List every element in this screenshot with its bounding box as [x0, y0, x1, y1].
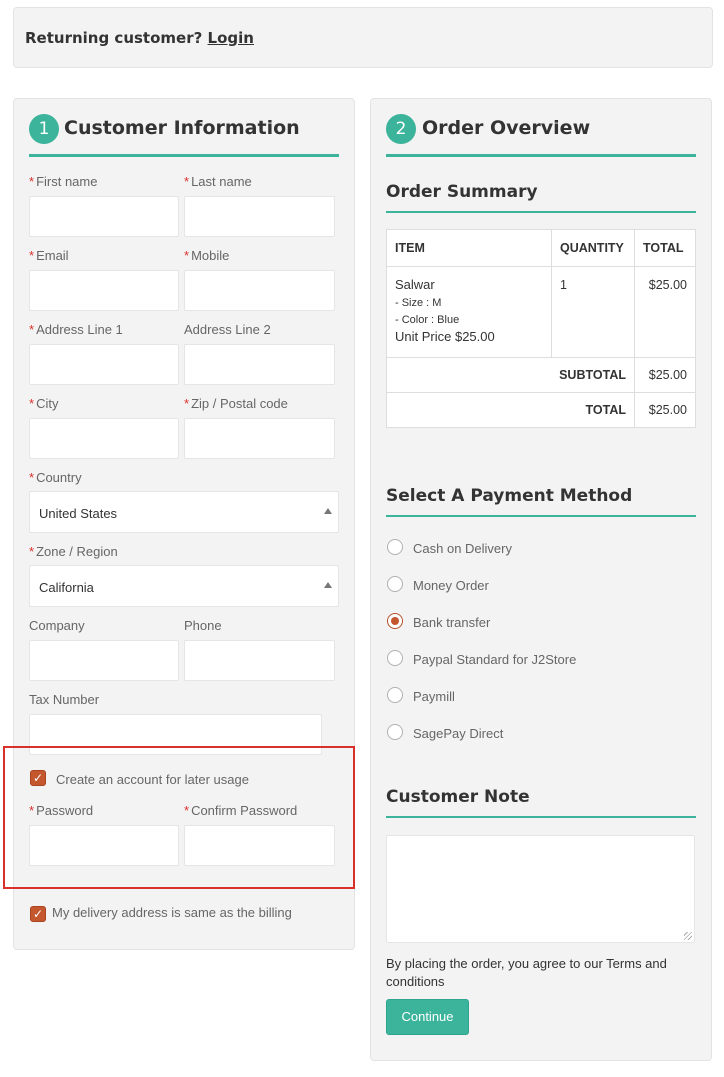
order-summary-rule: [386, 211, 696, 213]
payment-label-sagepay: SagePay Direct: [413, 726, 504, 741]
same-delivery-label: My delivery address is same as the billi…: [52, 905, 292, 920]
continue-button[interactable]: Continue: [386, 999, 469, 1035]
customer-title-rule: [29, 154, 339, 157]
address-line-2-input[interactable]: [184, 344, 335, 385]
payment-radio-paymill[interactable]: [387, 687, 403, 703]
total-column-header: TOTAL: [634, 229, 696, 267]
country-label: * Country: [29, 470, 82, 485]
zone-select[interactable]: California: [29, 565, 339, 607]
order-overview-title: Order Overview: [422, 117, 591, 139]
step-one-badge: 1: [29, 114, 59, 144]
customer-information-title: Customer Information: [64, 117, 300, 139]
table-row: Salwar - Size : M - Color : Blue Unit Pr…: [386, 266, 696, 358]
customer-note-rule: [386, 816, 696, 818]
payment-label-paypal: Paypal Standard for J2Store: [413, 652, 577, 667]
subtotal-row: SUBTOTAL $25.00: [386, 357, 696, 393]
item-size: - Size : M: [395, 297, 442, 309]
step-two-badge: 2: [386, 114, 416, 144]
item-quantity: 1: [551, 266, 635, 358]
country-select[interactable]: United States: [29, 491, 339, 533]
phone-label: Phone: [184, 618, 222, 633]
company-input[interactable]: [29, 640, 179, 681]
payment-radio-bank-transfer[interactable]: [387, 613, 403, 629]
item-name: Salwar: [395, 277, 435, 292]
mobile-label: * Mobile: [184, 248, 230, 263]
zip-label: * Zip / Postal code: [184, 396, 288, 411]
item-total: $25.00: [634, 266, 696, 358]
payment-radio-money-order[interactable]: [387, 576, 403, 592]
order-title-rule: [386, 154, 696, 157]
password-label: * Password: [29, 803, 94, 818]
company-label: Company: [29, 618, 85, 633]
total-row: TOTAL $25.00: [386, 392, 696, 428]
item-column-header: ITEM: [386, 229, 552, 267]
payment-label-money-order: Money Order: [413, 578, 489, 593]
first-name-label: * First name: [29, 174, 98, 189]
payment-radio-sagepay[interactable]: [387, 724, 403, 740]
order-summary-title: Order Summary: [386, 182, 538, 202]
create-account-checkbox[interactable]: ✓: [30, 770, 46, 786]
first-name-input[interactable]: [29, 196, 179, 237]
total-label: TOTAL: [386, 392, 635, 428]
tax-number-label: Tax Number: [29, 692, 100, 707]
quantity-column-header: QUANTITY: [551, 229, 635, 267]
customer-note-textarea[interactable]: [386, 835, 695, 943]
table-header-row: ITEM QUANTITY TOTAL: [386, 229, 696, 267]
email-label: * Email: [29, 248, 69, 263]
zip-input[interactable]: [184, 418, 335, 459]
zone-label: * Zone / Region: [29, 544, 118, 559]
payment-radio-cash[interactable]: [387, 539, 403, 555]
email-input[interactable]: [29, 270, 179, 311]
resize-handle-icon[interactable]: [684, 932, 692, 940]
create-account-label: Create an account for later usage: [56, 772, 249, 787]
same-delivery-checkbox[interactable]: ✓: [30, 906, 46, 922]
subtotal-value: $25.00: [634, 357, 696, 393]
payment-label-bank-transfer: Bank transfer: [413, 615, 491, 630]
address-line-2-label: Address Line 2: [184, 322, 271, 337]
city-input[interactable]: [29, 418, 179, 459]
customer-note-title: Customer Note: [386, 787, 530, 807]
payment-radio-paypal[interactable]: [387, 650, 403, 666]
subtotal-label: SUBTOTAL: [386, 357, 635, 393]
phone-input[interactable]: [184, 640, 335, 681]
returning-customer-bar: Returning customer? Login: [13, 7, 713, 68]
last-name-label: * Last name: [184, 174, 252, 189]
last-name-input[interactable]: [184, 196, 335, 237]
item-color: - Color : Blue: [395, 314, 460, 326]
confirm-password-label: * Confirm Password: [184, 803, 298, 818]
item-unit-price: Unit Price $25.00: [395, 329, 495, 344]
select-arrow-icon: [324, 582, 332, 588]
zone-select-value: California: [39, 580, 94, 595]
address-line-1-label: * Address Line 1: [29, 322, 123, 337]
city-label: * City: [29, 396, 59, 411]
select-arrow-icon: [324, 508, 332, 514]
returning-customer-text: Returning customer?: [25, 29, 203, 47]
address-line-1-input[interactable]: [29, 344, 179, 385]
password-input[interactable]: [29, 825, 179, 866]
country-select-value: United States: [39, 506, 118, 521]
payment-label-paymill: Paymill: [413, 689, 455, 704]
terms-agreement-text: By placing the order, you agree to our T…: [386, 956, 667, 989]
confirm-password-input[interactable]: [184, 825, 335, 866]
mobile-input[interactable]: [184, 270, 335, 311]
order-summary-table: ITEM QUANTITY TOTAL Salwar - Size : M - …: [386, 229, 696, 428]
login-link[interactable]: Login: [208, 29, 254, 47]
payment-method-rule: [386, 515, 696, 517]
payment-label-cash: Cash on Delivery: [413, 541, 512, 556]
total-value: $25.00: [634, 392, 696, 428]
payment-method-title: Select A Payment Method: [386, 486, 633, 506]
